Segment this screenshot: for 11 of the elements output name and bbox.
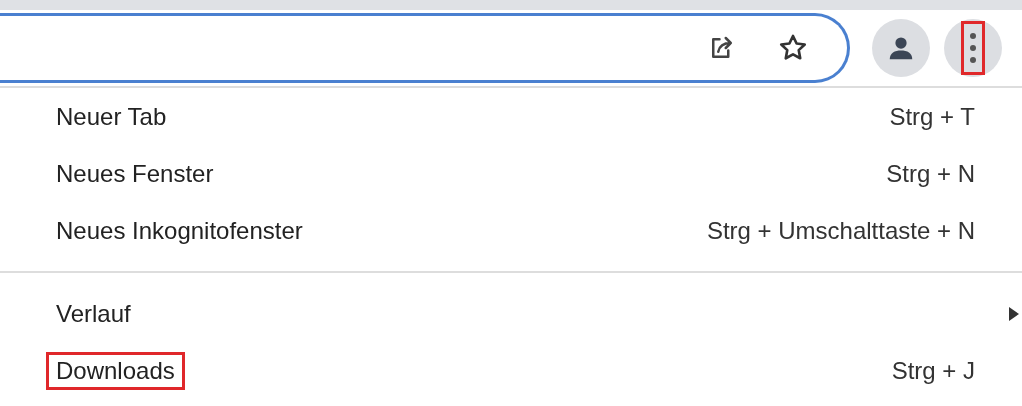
submenu-arrow-icon <box>1008 305 1020 322</box>
menu-item[interactable]: Neues Fenster <box>46 154 224 193</box>
menu-item[interactable]: Verlauf <box>46 294 141 333</box>
shortcut-label: Strg + N <box>886 159 975 188</box>
menu-item[interactable]: Neuer Tab <box>46 97 177 136</box>
shortcut-label: Strg + T <box>889 102 975 131</box>
shortcut-label: Strg + Umschalttaste + N <box>706 216 975 245</box>
menu-item[interactable]: Neues Inkognitofenster <box>46 211 313 250</box>
address-bar[interactable] <box>0 13 850 83</box>
menu-item[interactable]: Downloads <box>46 351 185 390</box>
shortcut-label: Strg + J <box>891 356 975 385</box>
